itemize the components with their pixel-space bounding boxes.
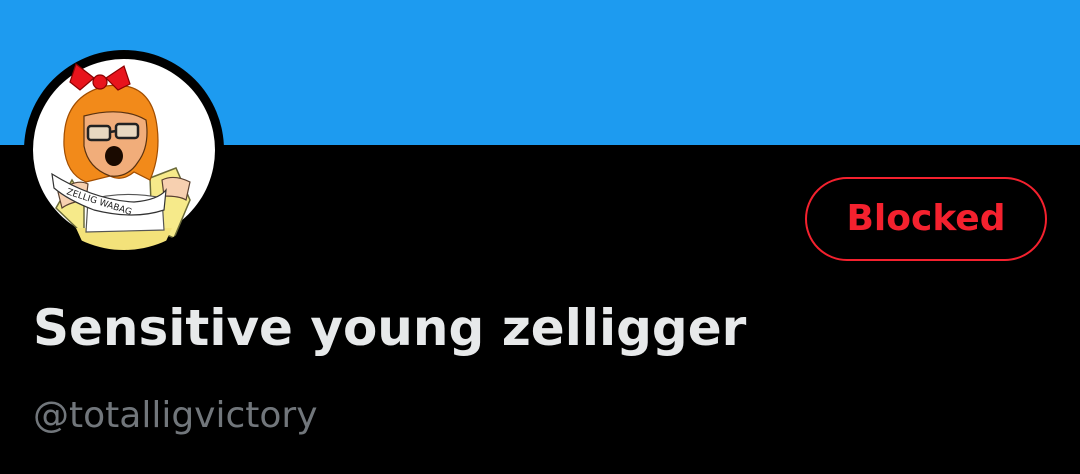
cartoon-avatar-icon: ZELLIG WABAG bbox=[33, 59, 215, 250]
display-name: Sensitive young zelligger bbox=[33, 299, 747, 357]
avatar[interactable]: ZELLIG WABAG bbox=[24, 50, 224, 250]
profile-header: ZELLIG WABAG Blocked Sensitive young zel… bbox=[0, 0, 1080, 474]
user-handle: @totalligvictory bbox=[33, 395, 318, 436]
blocked-button[interactable]: Blocked bbox=[805, 177, 1047, 261]
